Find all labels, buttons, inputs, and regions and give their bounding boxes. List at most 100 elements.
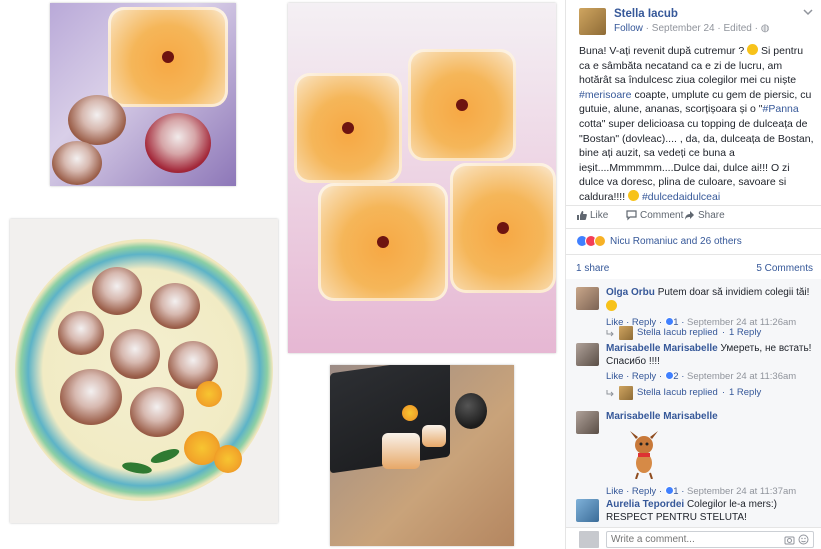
berry-topping	[377, 236, 389, 248]
share-button[interactable]: Share	[684, 210, 725, 221]
comments-list: Olga Orbu Putem doar să invidiem colegii…	[566, 279, 821, 527]
like-button[interactable]: Like	[576, 210, 608, 221]
comment-time[interactable]: September 24 at 11:37am	[687, 486, 796, 497]
dessert-cup	[422, 425, 446, 447]
reply-arrow-icon	[606, 389, 614, 396]
post-side-panel: Stella Iacub Follow · September 24 · Edi…	[565, 0, 821, 549]
shares-count[interactable]: 1 share	[576, 263, 609, 274]
wow-reaction-icon	[594, 235, 606, 247]
reply-arrow-icon	[606, 329, 614, 336]
baked-apple	[68, 95, 126, 145]
dessert-glass	[450, 163, 556, 293]
edited-label[interactable]: Edited	[724, 23, 752, 34]
commenter-avatar[interactable]	[576, 343, 599, 366]
commenter-avatar[interactable]	[576, 287, 599, 310]
comment-reaction-count[interactable]: 1	[673, 486, 678, 497]
marigold-flower	[196, 381, 222, 407]
berry-topping	[497, 222, 509, 234]
photo-desk-with-desserts[interactable]	[330, 365, 514, 546]
reply-count: 1 Reply	[728, 326, 762, 338]
post-date[interactable]: September 24	[652, 23, 715, 34]
commenter-name[interactable]: Marisabelle Marisabelle	[606, 343, 718, 354]
share-icon	[685, 211, 694, 220]
comment-meta: Like · Reply · 1 · September 24 at 11:37…	[606, 486, 797, 497]
photo-collage[interactable]	[0, 0, 565, 549]
comment-reaction-count[interactable]: 2	[673, 371, 678, 382]
author-avatar[interactable]	[579, 8, 606, 35]
commenter-name[interactable]: Aurelia Tepordei	[606, 499, 684, 510]
smile-emoji-icon	[606, 299, 617, 311]
baked-apple	[92, 267, 142, 315]
berry-topping	[342, 122, 354, 134]
comment-reply-link[interactable]: Reply	[632, 371, 656, 382]
dessert-glass	[294, 73, 402, 183]
baked-apple	[110, 329, 160, 379]
comment-label: Comment	[640, 210, 684, 221]
write-comment-bar	[566, 527, 821, 549]
photo-baked-apples-plate[interactable]	[10, 219, 278, 523]
comment-button[interactable]: Comment	[626, 210, 683, 221]
baked-apple	[130, 387, 184, 437]
comment-item: Aurelia Tepordei Colegilor le-a mers:) R…	[576, 499, 816, 525]
hashtag-link[interactable]: #dulcedaidulceai	[642, 191, 720, 203]
comment-body: Marisabelle Marisabelle	[606, 411, 816, 424]
baked-apple	[150, 283, 200, 329]
author-name[interactable]: Stella Iacub	[614, 8, 678, 20]
camera-icon[interactable]	[784, 534, 795, 545]
comment-time[interactable]: September 24 at 11:36am	[687, 371, 796, 382]
baked-apple	[58, 311, 104, 355]
like-label: Like	[590, 210, 609, 221]
facebook-photo-viewer: Stella Iacub Follow · September 24 · Edi…	[0, 0, 821, 549]
berry-topping	[162, 51, 174, 63]
comment-item: Marisabelle Marisabelle Умереть, не вста…	[576, 343, 816, 401]
post-header: Stella Iacub Follow · September 24 · Edi…	[566, 0, 821, 40]
divider	[566, 228, 821, 229]
hashtag-link[interactable]: #merisoare	[579, 89, 632, 101]
reactions-summary[interactable]: Nicu Romaniuc and 26 others	[576, 234, 742, 248]
replier-name: Stella Iacub replied	[637, 326, 718, 338]
chevron-down-icon[interactable]	[802, 6, 814, 18]
dessert-glass	[108, 7, 228, 107]
replier-avatar	[619, 386, 633, 400]
comment-item: Olga Orbu Putem doar să invidiem colegii…	[576, 287, 816, 340]
commenter-name[interactable]: Marisabelle Marisabelle	[606, 411, 718, 422]
comment-item: Marisabelle Marisabelle Like · Reply · 1…	[576, 411, 816, 499]
follow-link[interactable]: Follow	[614, 23, 643, 34]
comment-like-link[interactable]: Like	[606, 486, 623, 497]
globe-icon: ◍	[760, 23, 770, 34]
replier-avatar	[619, 326, 633, 340]
share-label: Share	[698, 210, 725, 221]
replies-link[interactable]: Stella Iacub replied · 1 Reply	[606, 326, 761, 340]
divider	[566, 205, 821, 206]
commenter-avatar[interactable]	[576, 499, 599, 522]
comment-body: Olga Orbu Putem doar să invidiem colegii…	[606, 287, 816, 330]
comment-input[interactable]	[606, 531, 814, 548]
commenter-name[interactable]: Olga Orbu	[606, 287, 655, 298]
reply-count: 1 Reply	[728, 386, 762, 398]
photo-panna-cotta-and-apples[interactable]	[50, 3, 236, 186]
dessert-glass	[408, 49, 516, 161]
replier-name: Stella Iacub replied	[637, 386, 718, 398]
comment-icon	[626, 210, 637, 221]
replies-link[interactable]: Stella Iacub replied · 1 Reply	[606, 386, 761, 400]
post-text-part: Buna! V-ați revenit după cutremur ?	[579, 45, 745, 57]
comments-count[interactable]: 5 Comments	[756, 263, 813, 274]
emoji-icon[interactable]	[798, 534, 809, 545]
current-user-avatar	[579, 531, 599, 548]
reactions-text: Nicu Romaniuc and 26 others	[610, 235, 742, 247]
post-actions: Like Comment Share	[576, 207, 816, 227]
divider	[566, 254, 821, 255]
commenter-avatar[interactable]	[576, 411, 599, 434]
comment-body: Aurelia Tepordei Colegilor le-a mers:) R…	[606, 499, 816, 524]
marigold-flower	[214, 445, 242, 473]
photo-panna-cotta-glasses[interactable]	[288, 3, 556, 353]
comment-reply-link[interactable]: Reply	[632, 486, 656, 497]
hashtag-link[interactable]: #Panna	[763, 103, 799, 115]
dog-sticker	[630, 431, 658, 479]
smile-emoji-icon	[747, 44, 759, 55]
comment-meta: Like · Reply · 2 · September 24 at 11:36…	[606, 371, 797, 382]
baked-apple	[52, 141, 102, 185]
baked-apple	[60, 369, 122, 425]
comment-text: Putem doar să invidiem colegii tăi!	[657, 287, 810, 298]
comment-like-link[interactable]: Like	[606, 371, 623, 382]
